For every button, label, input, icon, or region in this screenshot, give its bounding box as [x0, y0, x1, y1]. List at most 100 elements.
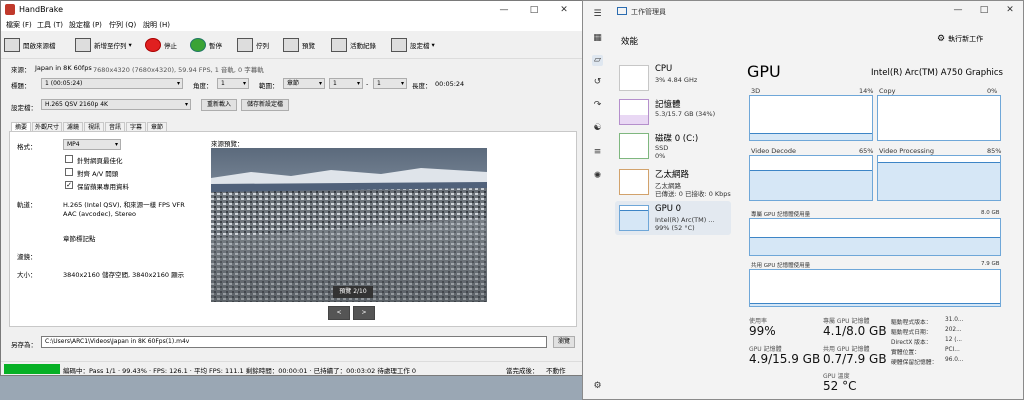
app-history-icon[interactable]: ↺ [592, 77, 603, 88]
browse-button[interactable]: 瀏覽 [553, 336, 575, 348]
preview-next-button[interactable]: > [353, 306, 375, 320]
engine-video-decode-pct: 65% [859, 147, 874, 155]
maximize-icon[interactable]: □ [977, 3, 991, 17]
duration-value: 00:05:24 [435, 80, 465, 88]
close-icon[interactable]: ✕ [1003, 3, 1017, 17]
resource-item-gpu[interactable]: GPU 0 Intel(R) Arc(TM) ... 99% (52 °C) [615, 201, 731, 235]
performance-icon[interactable]: ▱ [592, 55, 603, 66]
task-manager-window: ☰ ▦ ▱ ↺ ↷ ☯ ≡ ✺ ⚙ 工作管理員 — □ ✕ 效能 ⚙ 執行新工作… [582, 0, 1024, 400]
stop-button[interactable]: 停止 [145, 36, 177, 54]
settings-gear-icon[interactable]: ⚙ [592, 381, 603, 392]
pause-button[interactable]: 暫停 [190, 36, 222, 54]
web-optimized-checkbox[interactable] [65, 155, 73, 163]
resource-item-memory[interactable]: 記憶體 5.3/15.7 GB (34%) [615, 95, 731, 129]
handbrake-window: HandBrake — □ ✕ 檔案 (F) 工具 (T) 設定檔 (P) 佇列… [0, 0, 584, 376]
menu-bar: 檔案 (F) 工具 (T) 設定檔 (P) 佇列 (Q) 說明 (H) [1, 19, 583, 31]
open-source-button[interactable]: 開啟來源檔 [4, 36, 56, 54]
add-to-queue-button[interactable]: 新增至佇列 ▾ [75, 36, 132, 54]
handbrake-logo-icon [5, 4, 15, 15]
startup-icon[interactable]: ↷ [592, 100, 603, 111]
users-icon[interactable]: ☯ [592, 123, 603, 134]
disk-mini-graph [619, 133, 649, 159]
menu-file[interactable]: 檔案 (F) [6, 20, 32, 30]
pause-icon [190, 38, 206, 52]
menu-tools[interactable]: 工具 (T) [37, 20, 63, 30]
image-add-icon [75, 38, 91, 52]
stop-icon [145, 38, 161, 52]
menu-queue[interactable]: 佇列 (Q) [109, 20, 136, 30]
hw-reserved-memory-value: 96.0... [945, 357, 964, 363]
when-done-select[interactable]: 不動作 [546, 365, 566, 375]
engine-video-decode-label: Video Decode [751, 147, 796, 155]
resource-item-disk[interactable]: 磁碟 0 (C:) SSD 0% [615, 129, 731, 163]
gpu-model: Intel(R) Arc(TM) A750 Graphics [871, 68, 1003, 78]
preset-label: 設定檔： [11, 104, 37, 112]
track-video: H.265 (Intel QSV), 和來源一樣 FPS VFR [63, 201, 185, 209]
angle-select[interactable]: 1 [217, 78, 249, 89]
title-select[interactable]: 1 (00:05:24) [41, 78, 183, 89]
gpu-temperature-value: 52 °C [823, 379, 857, 393]
resource-item-ethernet[interactable]: 乙太網路 乙太網路 已傳送: 0 已接收: 0 Kbps [615, 165, 731, 199]
format-label: 格式： [17, 143, 37, 151]
source-label: 來源： [11, 66, 31, 74]
engine-video-processing-pct: 85% [987, 147, 1002, 155]
resource-item-cpu[interactable]: CPU 3% 4.84 GHz [615, 61, 731, 95]
minimize-icon[interactable]: — [497, 3, 511, 17]
directx-value: 12 (... [945, 337, 963, 343]
gpu-mini-graph [619, 205, 649, 231]
physical-location-label: 實體位置： [891, 350, 920, 356]
preview-button[interactable]: 預覽 [283, 36, 315, 54]
driver-date-value: 202... [945, 327, 962, 333]
range-to-select[interactable]: 1 [373, 78, 407, 89]
hamburger-menu-icon[interactable]: ☰ [592, 9, 603, 20]
window-title: HandBrake [19, 5, 64, 14]
filters-label: 濾鏡： [17, 253, 37, 261]
shared-memory-max: 7.9 GB [981, 261, 1000, 267]
duration-label: 長度： [412, 82, 432, 90]
preset-select[interactable]: H.265 QSV 2160p 4K [41, 99, 191, 110]
driver-date-label: 驅動程式日期： [891, 330, 932, 336]
range-type-select[interactable]: 章節 [283, 78, 325, 89]
save-new-preset-button[interactable]: 儲存新設定檔 [241, 99, 289, 111]
processes-icon[interactable]: ▦ [592, 33, 603, 44]
dedicated-memory-graph [749, 218, 1001, 256]
format-select[interactable]: MP4 [63, 139, 121, 150]
menu-presets[interactable]: 設定檔 (P) [69, 20, 102, 30]
dedicated-memory-graph-label: 專屬 GPU 記憶體使用量 [751, 212, 811, 218]
maximize-icon[interactable]: □ [527, 3, 541, 17]
close-icon[interactable]: ✕ [557, 3, 571, 17]
run-new-task-button[interactable]: ⚙ 執行新工作 [937, 34, 983, 44]
align-av-checkbox[interactable] [65, 168, 73, 176]
activity-log-button[interactable]: 活動紀錄 [331, 36, 376, 54]
minimize-icon[interactable]: — [951, 3, 965, 17]
reload-button[interactable]: 重新載入 [201, 99, 237, 111]
status-bar: 編碼中：Pass 1/1 · 99.43% · FPS: 126.1 · 平均 … [1, 361, 583, 375]
engine-video-decode-graph [749, 155, 873, 201]
ipod-atom-checkbox[interactable]: ✓ [65, 181, 73, 189]
engine-copy-pct: 0% [987, 87, 998, 95]
dedicated-memory-value: 4.1/8.0 GB [823, 324, 887, 338]
range-from-select[interactable]: 1 [329, 78, 363, 89]
preview-prev-button[interactable]: < [328, 306, 350, 320]
save-path-input[interactable]: C:\Users\ARC1\Videos\Japan in 8K 60Fps(1… [41, 336, 547, 348]
dedicated-memory-max: 8.0 GB [981, 210, 1000, 216]
presets-button[interactable]: 設定檔 ▾ [391, 36, 435, 54]
menu-help[interactable]: 說明 (H) [143, 20, 170, 30]
film-icon [4, 38, 20, 52]
when-done-label: 當完成後： [506, 367, 539, 375]
gpu-heading: GPU [747, 62, 781, 81]
driver-version-value: 31.0... [945, 317, 964, 323]
engine-copy-label: Copy [879, 87, 896, 95]
web-optimized-label: 針對網頁最佳化 [77, 157, 123, 165]
range-label: 範圍： [259, 82, 279, 90]
services-icon[interactable]: ✺ [592, 171, 603, 182]
driver-version-label: 驅動程式版本： [891, 320, 932, 326]
size-label: 大小： [17, 271, 37, 279]
ipod-atom-label: 保留蘋果專用資料 [77, 183, 129, 191]
preview-title: 來源預覽： [211, 140, 244, 148]
details-icon[interactable]: ≡ [592, 147, 603, 158]
status-text: 編碼中：Pass 1/1 · 99.43% · FPS: 126.1 · 平均 … [63, 367, 417, 375]
shared-memory-graph-label: 共用 GPU 記憶體使用量 [751, 263, 811, 269]
queue-button[interactable]: 佇列 [237, 36, 269, 54]
presets-icon [391, 38, 407, 52]
